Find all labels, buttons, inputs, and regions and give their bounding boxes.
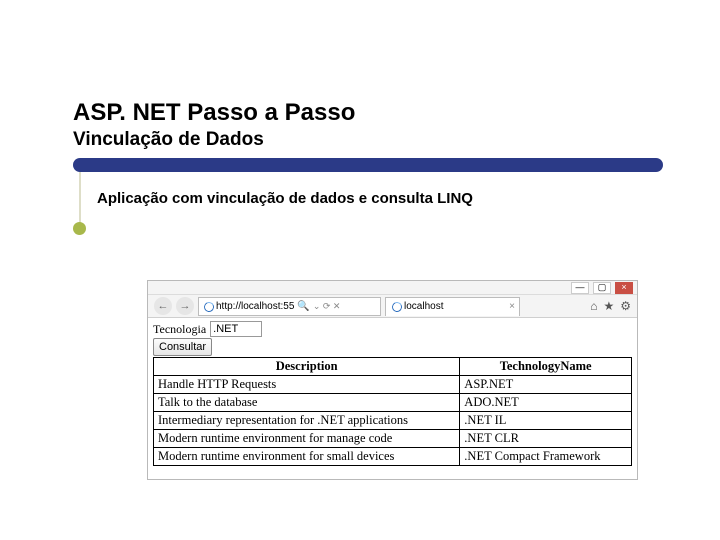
gear-icon[interactable]: ⚙ [620,299,631,313]
page-content: Tecnologia Consultar Description Technol… [148,318,637,469]
col-description: Description [154,358,460,376]
cell-technology: ASP.NET [460,376,632,394]
cell-description: Modern runtime environment for small dev… [154,448,460,466]
cell-technology: .NET IL [460,412,632,430]
ie-icon [202,301,213,312]
table-row: Modern runtime environment for small dev… [154,448,632,466]
table-row: Talk to the databaseADO.NET [154,394,632,412]
close-icon: × [621,283,626,292]
consultar-button[interactable]: Consultar [153,338,212,356]
minimize-icon: — [576,283,585,292]
slide-title-block: ASP. NET Passo a Passo Vinculação de Dad… [73,99,633,151]
cell-technology: ADO.NET [460,394,632,412]
body-text: Aplicação com vinculação de dados e cons… [97,190,473,207]
address-bar[interactable]: http://localhost:55 🔍 ⌄ ⟳ ✕ [198,297,381,316]
slide-title: ASP. NET Passo a Passo [73,99,633,127]
table-row: Handle HTTP RequestsASP.NET [154,376,632,394]
browser-tab[interactable]: localhost × [385,297,520,316]
results-table: Description TechnologyName Handle HTTP R… [153,357,632,466]
close-button[interactable]: × [615,282,633,294]
tech-input[interactable] [210,321,262,337]
browser-toolbar: ← → http://localhost:55 🔍 ⌄ ⟳ ✕ localhos… [148,295,637,318]
title-divider [73,158,663,172]
favorites-icon[interactable]: ★ [603,299,614,313]
col-technology: TechnologyName [460,358,632,376]
tab-label: localhost [404,301,443,312]
back-button[interactable]: ← [154,297,172,315]
window-titlebar: — ▢ × [148,281,637,295]
forward-button[interactable]: → [176,297,194,315]
address-text: http://localhost:55 [216,301,294,312]
back-icon: ← [158,300,169,312]
table-row: Intermediary representation for .NET app… [154,412,632,430]
bullet-stem [79,172,81,224]
tech-label: Tecnologia [153,322,206,337]
cell-technology: .NET Compact Framework [460,448,632,466]
browser-window: — ▢ × ← → http://localhost:55 🔍 ⌄ ⟳ ✕ lo… [147,280,638,480]
search-icon: 🔍 [297,301,309,312]
slide-subtitle: Vinculação de Dados [73,129,633,151]
home-icon[interactable]: ⌂ [590,299,597,313]
address-suffix: ⌄ ⟳ ✕ [313,301,341,312]
cell-technology: .NET CLR [460,430,632,448]
forward-icon: → [180,300,191,312]
cell-description: Intermediary representation for .NET app… [154,412,460,430]
minimize-button[interactable]: — [571,282,589,294]
ie-icon [390,301,401,312]
cell-description: Talk to the database [154,394,460,412]
toolbar-right-icons: ⌂ ★ ⚙ [590,299,631,313]
table-row: Modern runtime environment for manage co… [154,430,632,448]
maximize-icon: ▢ [598,283,607,292]
cell-description: Modern runtime environment for manage co… [154,430,460,448]
cell-description: Handle HTTP Requests [154,376,460,394]
maximize-button[interactable]: ▢ [593,282,611,294]
tab-close-icon: × [509,301,515,312]
bullet-dot [73,222,86,235]
